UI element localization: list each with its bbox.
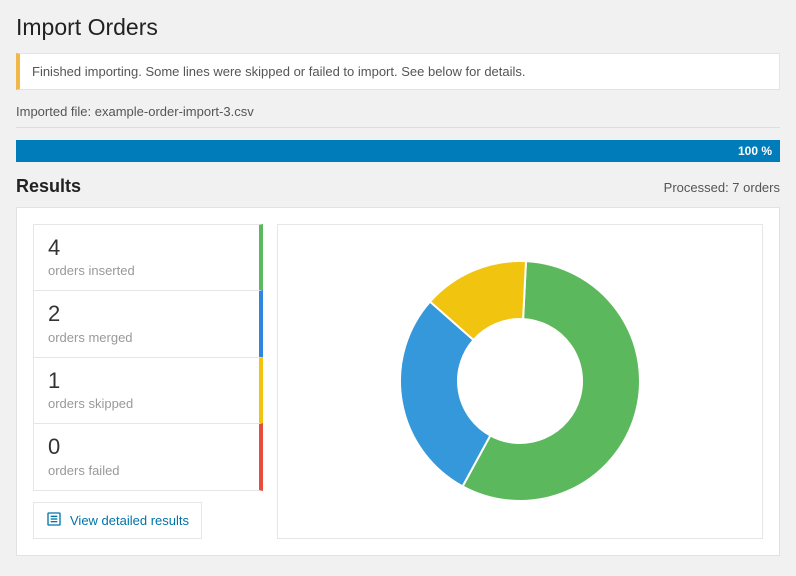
progress-value: 100 % xyxy=(738,144,772,158)
progress-bar: 100 % xyxy=(16,140,780,162)
view-detailed-results-label: View detailed results xyxy=(70,513,189,528)
results-donut-chart xyxy=(277,224,763,539)
stat-merged: 2 orders merged xyxy=(33,290,263,357)
stat-skipped: 1 orders skipped xyxy=(33,357,263,424)
stat-failed: 0 orders failed xyxy=(33,423,263,490)
list-icon xyxy=(46,511,62,530)
view-detailed-results-button[interactable]: View detailed results xyxy=(33,502,202,539)
processed-count: Processed: 7 orders xyxy=(664,180,780,195)
stat-skipped-value: 1 xyxy=(48,368,245,394)
import-notice-text: Finished importing. Some lines were skip… xyxy=(32,64,526,79)
stats-column: 4 orders inserted 2 orders merged 1 orde… xyxy=(33,224,263,539)
stat-skipped-label: orders skipped xyxy=(48,396,245,411)
page-title: Import Orders xyxy=(16,14,780,41)
stat-failed-label: orders failed xyxy=(48,463,245,478)
import-notice: Finished importing. Some lines were skip… xyxy=(16,53,780,90)
stat-inserted: 4 orders inserted xyxy=(33,224,263,291)
stat-inserted-value: 4 xyxy=(48,235,245,261)
imported-file-label: Imported file: example-order-import-3.cs… xyxy=(16,100,780,128)
stat-merged-label: orders merged xyxy=(48,330,245,345)
stat-merged-value: 2 xyxy=(48,301,245,327)
results-panel: 4 orders inserted 2 orders merged 1 orde… xyxy=(16,207,780,556)
results-heading: Results xyxy=(16,176,81,197)
stat-inserted-label: orders inserted xyxy=(48,263,245,278)
stat-failed-value: 0 xyxy=(48,434,245,460)
